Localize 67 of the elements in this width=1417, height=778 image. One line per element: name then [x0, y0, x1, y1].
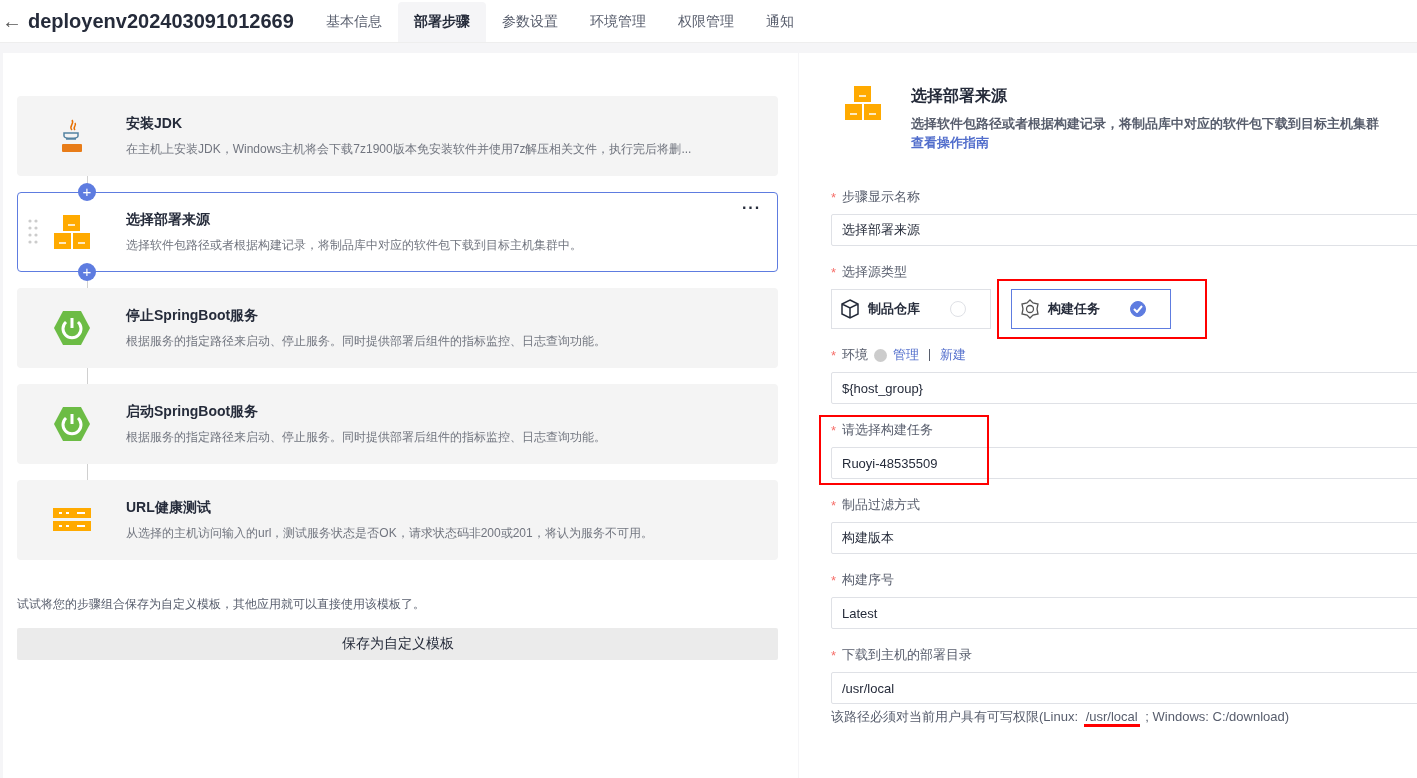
input-field[interactable]: /usr/local: [831, 672, 1417, 704]
step-title: 选择部署来源: [126, 210, 211, 229]
gear-icon: [1020, 299, 1040, 319]
step-description: 在主机上安装JDK，Windows主机将会下载7z1900版本免安装软件并使用7z解压相关文件，执行完后将删...: [126, 140, 692, 158]
add-step-button[interactable]: +: [78, 263, 96, 281]
template-hint: 试试将您的步骤组合保存为自定义模板，其他应用就可以直接使用该模板了。: [17, 596, 426, 613]
step-title: 安装JDK: [126, 114, 183, 133]
page-title: deployenv202403091012669: [28, 8, 295, 34]
field-link[interactable]: 新建: [940, 346, 967, 364]
field-label: 请选择构建任务: [842, 421, 934, 439]
required-mark: *: [831, 189, 837, 205]
field-label: 步骤显示名称: [842, 188, 921, 206]
save-template-button[interactable]: 保存为自定义模板: [17, 628, 778, 660]
detail-title: 选择部署来源: [911, 86, 1008, 106]
help-icon[interactable]: [874, 348, 888, 362]
java-icon: [60, 118, 84, 154]
step-description: 选择软件包路径或者根据构建记录，将制品库中对应的软件包下载到目标主机集群中。: [126, 236, 582, 254]
input-field[interactable]: ${host_group}: [831, 372, 1417, 404]
step-description: 从选择的主机访问输入的url，测试服务状态是否OK，请求状态码非200或201，将认为服务不可用。: [126, 524, 653, 542]
field-hint: 该路径必须对当前用户具有可写权限(Linux: /usr/local ; Windows: C:/download): [831, 708, 1417, 727]
field-link[interactable]: 管理: [893, 346, 920, 364]
step-title: 启动SpringBoot服务: [126, 402, 260, 421]
tab[interactable]: 权限管理: [661, 2, 750, 42]
required-mark: *: [831, 572, 837, 588]
boxes-icon: [54, 215, 90, 249]
required-mark: *: [831, 497, 837, 513]
radio-icon: [1130, 301, 1146, 317]
power-icon: [53, 406, 91, 442]
tab[interactable]: 参数设置: [485, 2, 574, 42]
guide-link[interactable]: 查看操作指南: [911, 135, 989, 150]
step-card[interactable]: URL健康测试 从选择的主机访问输入的url，测试服务状态是否OK，请求状态码非200或201，将认为服务不可用。: [17, 480, 778, 560]
tab[interactable]: 部署步骤: [397, 2, 486, 42]
power-icon: [53, 310, 91, 346]
input-field[interactable]: Latest: [831, 597, 1417, 629]
required-mark: *: [831, 264, 837, 280]
tab[interactable]: 基本信息: [309, 2, 398, 42]
step-card[interactable]: 启动SpringBoot服务 根据服务的指定路径来启动、停止服务。同时提供部署后组件的指标监控、日志查询功能。: [17, 384, 778, 464]
field-label: 制品过滤方式: [842, 496, 921, 514]
source-option[interactable]: 制品仓库: [831, 289, 991, 329]
server-icon: [53, 508, 91, 532]
step-description: 根据服务的指定路径来启动、停止服务。同时提供部署后组件的指标监控、日志查询功能。: [126, 428, 606, 446]
add-step-button[interactable]: +: [78, 183, 96, 201]
drag-handle-icon[interactable]: [28, 219, 38, 245]
required-mark: *: [831, 422, 837, 438]
step-description: 根据服务的指定路径来启动、停止服务。同时提供部署后组件的指标监控、日志查询功能。: [126, 332, 606, 350]
boxes-icon: [845, 86, 881, 120]
more-button[interactable]: ···: [742, 199, 761, 217]
required-mark: *: [831, 347, 837, 363]
step-title: 停止SpringBoot服务: [126, 306, 260, 325]
field-label: 构建序号: [842, 571, 895, 589]
radio-icon: [950, 301, 966, 317]
required-mark: *: [831, 647, 837, 663]
source-option[interactable]: 构建任务: [1011, 289, 1171, 329]
cube-icon: [840, 299, 860, 319]
back-button[interactable]: ←: [0, 0, 28, 42]
tab[interactable]: 通知: [749, 2, 810, 42]
input-field[interactable]: Ruoyi-48535509: [831, 447, 1417, 479]
step-title: URL健康测试: [126, 498, 212, 517]
step-card[interactable]: 停止SpringBoot服务 根据服务的指定路径来启动、停止服务。同时提供部署后组件的指标监控、日志查询功能。: [17, 288, 778, 368]
input-field[interactable]: 选择部署来源: [831, 214, 1417, 246]
tab[interactable]: 环境管理: [573, 2, 662, 42]
input-field[interactable]: 构建版本: [831, 522, 1417, 554]
field-label: 环境: [842, 346, 869, 364]
field-label: 选择源类型: [842, 263, 908, 281]
field-label: 下载到主机的部署目录: [842, 646, 973, 664]
step-card[interactable]: 安装JDK 在主机上安装JDK，Windows主机将会下载7z1900版本免安装软件并使用7z解压相关文件，执行完后将删...: [17, 96, 778, 176]
detail-description: 选择软件包路径或者根据构建记录，将制品库中对应的软件包下载到目标主机集群: [911, 115, 1379, 133]
